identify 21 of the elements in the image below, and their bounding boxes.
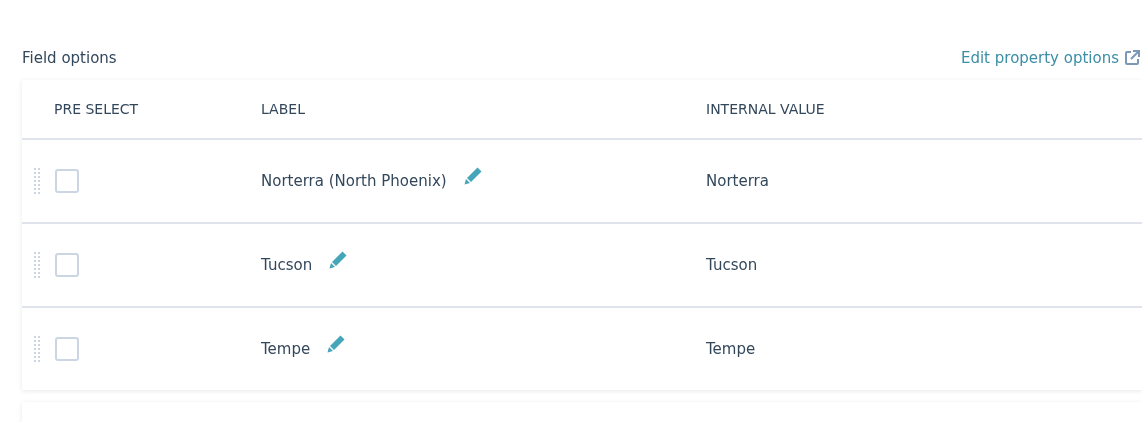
section-title: Field options xyxy=(22,49,117,67)
drag-handle-icon[interactable] xyxy=(34,252,40,278)
column-header: LABEL xyxy=(260,101,306,117)
internal-value: Tucson xyxy=(706,256,758,274)
pencil-icon[interactable] xyxy=(328,250,349,270)
checkbox[interactable] xyxy=(55,169,79,193)
column-header: INTERNAL VALUE xyxy=(705,101,825,117)
pencil-icon[interactable] xyxy=(326,334,347,354)
drag-handle-icon[interactable] xyxy=(34,336,40,362)
internal-value: Norterra xyxy=(706,172,769,190)
pencil-icon[interactable] xyxy=(462,166,483,186)
option-label: Tempe xyxy=(261,340,311,358)
option-label: Norterra (North Phoenix) xyxy=(261,172,447,190)
checkbox[interactable] xyxy=(55,337,79,361)
edit-property-options-link[interactable]: Edit property options xyxy=(960,49,1140,67)
internal-value: Tempe xyxy=(706,340,756,358)
column-header: PRE SELECT xyxy=(53,101,140,117)
drag-handle-icon[interactable] xyxy=(34,168,40,194)
checkbox[interactable] xyxy=(55,253,79,277)
option-label: Tucson xyxy=(261,256,313,274)
external-link-icon xyxy=(1124,50,1140,66)
